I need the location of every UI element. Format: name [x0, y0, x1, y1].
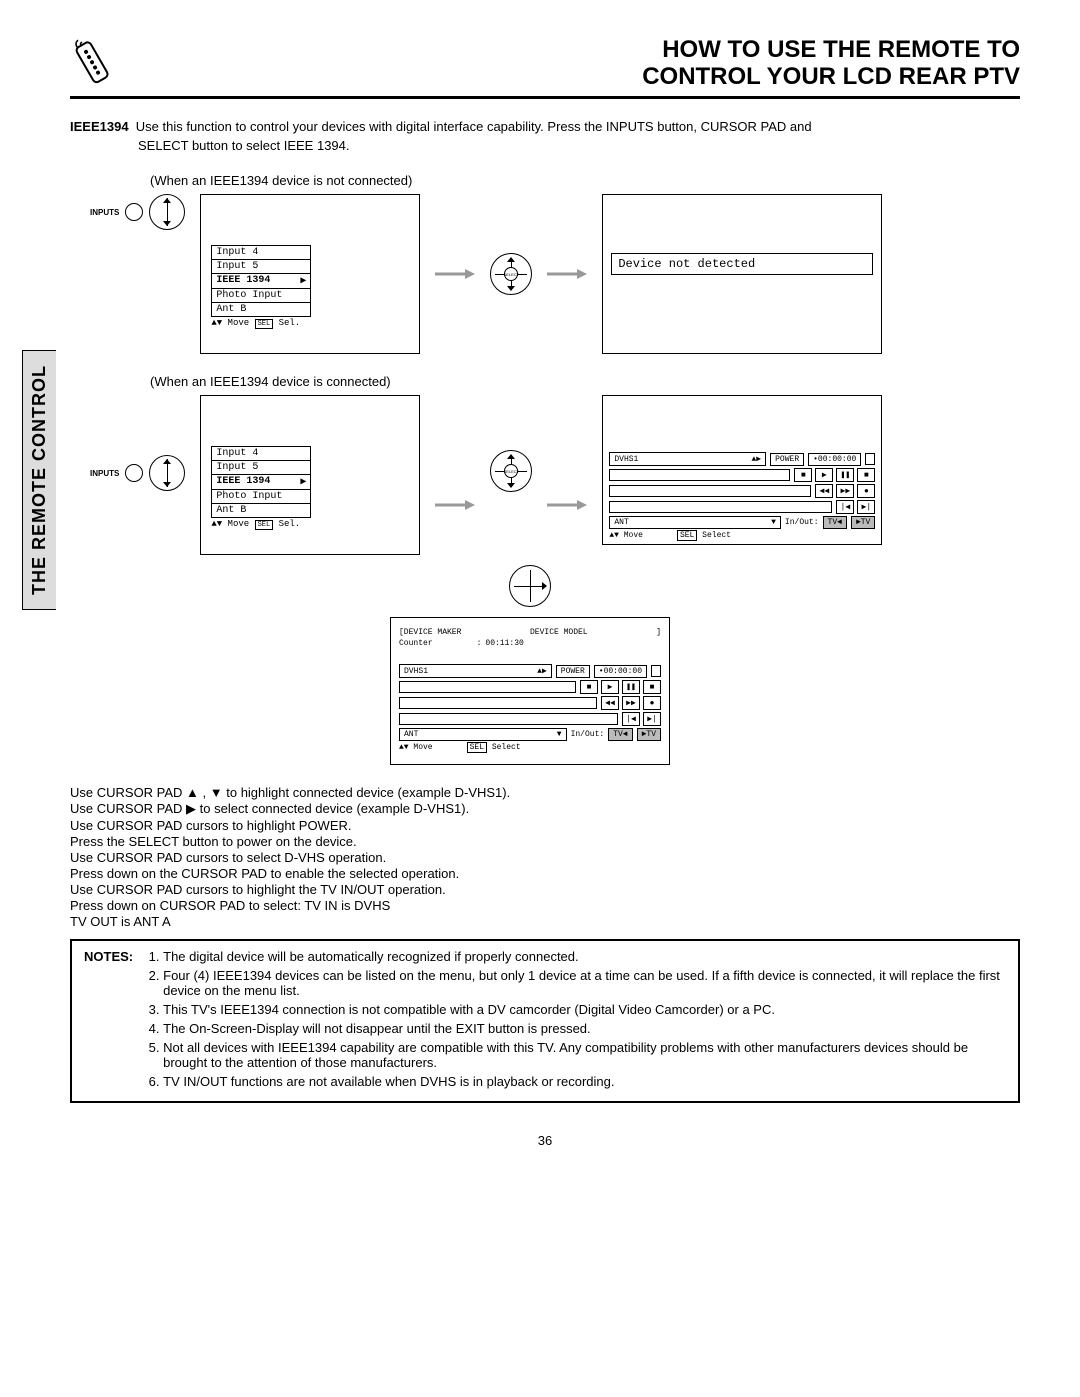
instruction-line: Use CURSOR PAD ▶ to select connected dev…	[70, 801, 1020, 817]
notes-box: NOTES: The digital device will be automa…	[70, 939, 1020, 1103]
caption-not-connected: (When an IEEE1394 device is not connecte…	[150, 173, 1020, 188]
power-field: POWER	[556, 665, 590, 678]
transport-icons: |◀▶|	[622, 712, 661, 726]
osd-item-selected: IEEE 1394▶	[211, 273, 311, 289]
device-field: DVHS1▲▶	[399, 664, 552, 678]
counter-field: •00:00:00	[594, 665, 647, 678]
title-rule	[70, 96, 1020, 99]
instruction-line: Use CURSOR PAD cursors to highlight the …	[70, 882, 1020, 897]
note-item: Four (4) IEEE1394 devices can be listed …	[163, 968, 1006, 998]
flow-arrow-icon	[435, 267, 475, 281]
osd-item: Photo Input	[211, 288, 311, 303]
select-pad-icon: SELECT	[490, 253, 532, 295]
osd-footer: ▲▼ Move SEL Sel.	[211, 318, 409, 328]
ant-field: ANT▼	[609, 516, 781, 529]
intro-text: IEEE1394 Use this function to control yo…	[70, 119, 1020, 153]
select-pad-icon: SELECT	[490, 450, 532, 492]
instructions: Use CURSOR PAD ▲ , ▼ to highlight connec…	[70, 785, 1020, 929]
notes-list: The digital device will be automatically…	[147, 949, 1006, 1093]
transport-icons: ◀◀▶▶●	[815, 484, 875, 498]
osd-item: Ant B	[211, 302, 311, 317]
cursor-pad-icon	[149, 455, 185, 491]
not-detected-msg: Device not detected	[611, 253, 873, 275]
osd-item: Input 4	[211, 446, 311, 461]
note-item: The On-Screen-Display will not disappear…	[163, 1021, 1006, 1036]
flow-arrow-icon	[547, 498, 587, 512]
notes-label: NOTES:	[84, 949, 133, 1093]
inputs-label: INPUTS	[90, 469, 119, 478]
tv-out-icon: ►TV	[637, 728, 661, 741]
note-item: TV IN/OUT functions are not available wh…	[163, 1074, 1006, 1089]
osd-item: Ant B	[211, 503, 311, 518]
device-field: DVHS1▲▶	[609, 452, 766, 466]
control-panel-osd: DVHS1▲▶ POWER •00:00:00 ■▶❚❚■ ◀◀▶▶● |◀▶|	[602, 395, 882, 545]
instruction-line: Press down on CURSOR PAD to select: TV I…	[70, 898, 1020, 913]
instruction-line: Use CURSOR PAD cursors to highlight POWE…	[70, 818, 1020, 833]
cursor-pad-right-icon	[509, 565, 551, 607]
instruction-line: Use CURSOR PAD cursors to select D-VHS o…	[70, 850, 1020, 865]
tv-in-icon: TV◄	[823, 516, 847, 529]
transport-icons: ■▶❚❚■	[794, 468, 875, 482]
power-field: POWER	[770, 453, 804, 466]
osd-menu: Input 4 Input 5 IEEE 1394▶ Photo Input A…	[200, 194, 420, 354]
tv-in-icon: TV◄	[608, 728, 632, 741]
osd-item: Input 5	[211, 460, 311, 475]
note-item: The digital device will be automatically…	[163, 949, 1006, 964]
flow-arrow-icon	[435, 498, 475, 512]
inputs-label: INPUTS	[90, 208, 119, 217]
diagram-not-connected: INPUTS Input 4 Input 5 IEEE 1394▶ Photo …	[90, 194, 1020, 354]
osd-menu: Input 4 Input 5 IEEE 1394▶ Photo Input A…	[200, 395, 420, 555]
inputs-button-icon	[125, 464, 143, 482]
diagram-connected: INPUTS Input 4 Input 5 IEEE 1394▶ Photo …	[90, 395, 1020, 555]
caption-connected: (When an IEEE1394 device is connected)	[150, 374, 1020, 389]
blank-field	[865, 453, 875, 465]
osd-item: Input 5	[211, 259, 311, 274]
remote-icon	[70, 30, 130, 90]
device-detail-osd: [DEVICE MAKER DEVICE MODEL ] Counter : 0…	[390, 617, 670, 765]
tv-out-icon: ►TV	[851, 516, 875, 529]
flow-arrow-icon	[547, 267, 587, 281]
inputs-button-icon	[125, 203, 143, 221]
cursor-pad-icon	[149, 194, 185, 230]
note-item: This TV's IEEE1394 connection is not com…	[163, 1002, 1006, 1017]
transport-icons: ◀◀▶▶●	[601, 696, 661, 710]
instruction-line: Use CURSOR PAD ▲ , ▼ to highlight connec…	[70, 785, 1020, 800]
sidebar-tab: THE REMOTE CONTROL	[22, 350, 56, 610]
osd-item-selected: IEEE 1394▶	[211, 474, 311, 490]
note-item: Not all devices with IEEE1394 capability…	[163, 1040, 1006, 1070]
blank-field	[651, 665, 661, 677]
osd-item: Input 4	[211, 245, 311, 260]
page-number: 36	[70, 1133, 1020, 1148]
instruction-line: Press down on the CURSOR PAD to enable t…	[70, 866, 1020, 881]
instruction-line: TV OUT is ANT A	[70, 914, 1020, 929]
page-title: HOW TO USE THE REMOTE TO CONTROL YOUR LC…	[642, 37, 1020, 90]
osd-item: Photo Input	[211, 489, 311, 504]
instruction-line: Press the SELECT button to power on the …	[70, 834, 1020, 849]
osd-result: Device not detected	[602, 194, 882, 354]
page-header: HOW TO USE THE REMOTE TO CONTROL YOUR LC…	[70, 30, 1020, 90]
counter-field: •00:00:00	[808, 453, 861, 466]
transport-icons: ■▶❚❚■	[580, 680, 661, 694]
ant-field: ANT▼	[399, 728, 567, 741]
osd-footer: ▲▼ Move SEL Sel.	[211, 519, 409, 529]
transport-icons: |◀▶|	[836, 500, 875, 514]
